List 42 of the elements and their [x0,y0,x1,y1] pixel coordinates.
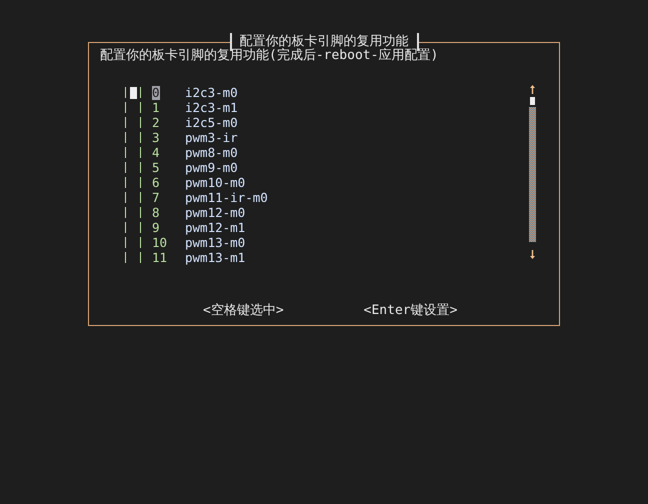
checkbox[interactable] [125,207,141,218]
checkbox[interactable] [125,162,141,173]
item-number: 9 [152,220,161,234]
scrollbar-track[interactable] [528,107,536,242]
item-number: 5 [152,160,161,174]
option-label[interactable]: i2c3-m1 [185,100,238,114]
option-label[interactable]: pwm9-m0 [185,160,238,174]
item-number: 6 [152,176,161,190]
item-number: 2 [152,116,161,130]
option-label[interactable]: i2c3-m0 [185,86,238,100]
option-label[interactable]: pwm13-m1 [185,250,246,264]
option-label[interactable]: pwm3-ir [185,130,238,144]
item-number: 0 [152,86,160,100]
item-number: 11 [152,250,168,264]
checkbox[interactable] [125,192,141,203]
item-number: 4 [152,146,161,160]
dialog-button[interactable]: <空格键选中> [203,303,284,319]
checkbox[interactable] [125,117,141,128]
checkbox[interactable] [125,147,141,158]
option-label[interactable]: pwm11-ir-m0 [185,190,268,204]
checkbox[interactable] [125,252,141,263]
option-label[interactable]: pwm12-m1 [185,220,246,234]
checkbox[interactable] [125,177,141,188]
item-number: 10 [152,236,168,250]
option-label[interactable]: pwm10-m0 [185,176,246,190]
dialog-button[interactable]: <Enter键设置> [364,303,458,319]
option-label[interactable]: pwm13-m0 [185,236,246,250]
checkbox[interactable] [125,132,141,143]
scroll-down-arrow-icon[interactable] [530,250,534,259]
checkbox[interactable] [125,87,141,98]
item-number: 7 [152,190,161,204]
item-number: 8 [152,206,161,220]
option-label[interactable]: i2c5-m0 [185,116,238,130]
item-number: 3 [152,130,161,144]
option-label[interactable]: pwm12-m0 [185,206,246,220]
scrollbar-thumb[interactable] [530,97,534,105]
checkbox[interactable] [125,222,141,233]
scroll-up-arrow-icon[interactable] [530,85,534,94]
checkbox[interactable] [125,237,141,248]
option-label[interactable]: pwm8-m0 [185,146,238,160]
checkbox[interactable] [125,102,141,113]
item-number: 1 [152,100,161,114]
